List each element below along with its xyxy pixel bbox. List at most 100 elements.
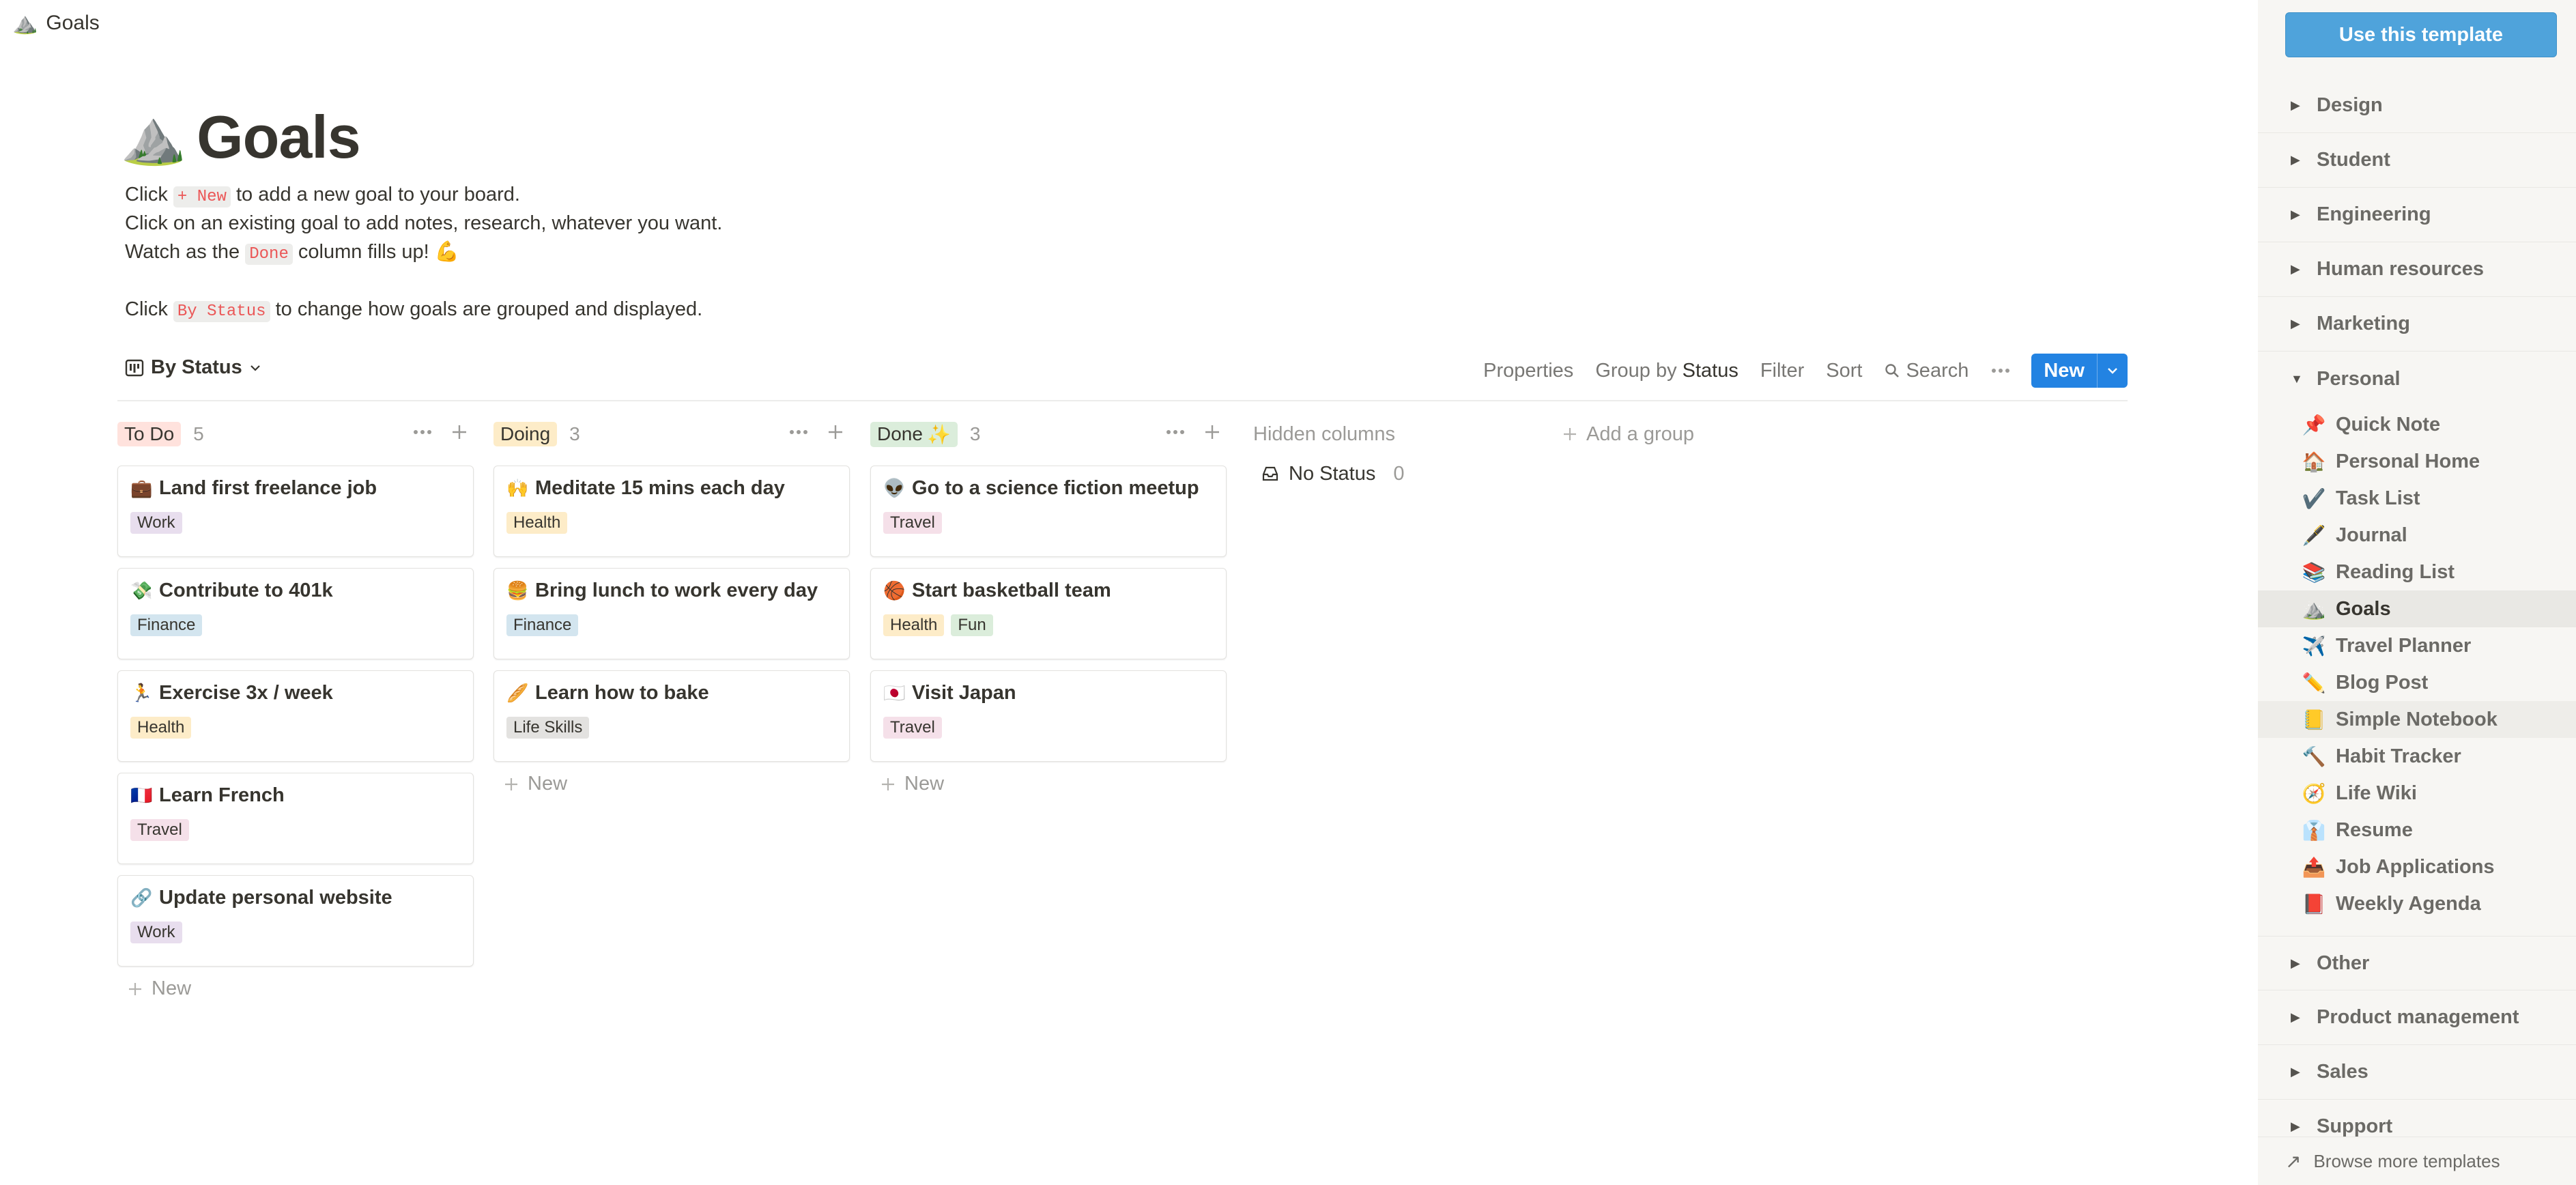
board-column-done: Done ✨ 3 👽 Go to a science fiction meetup… <box>870 418 1227 795</box>
board-column-todo: To Do 5 💼 Land first freelance job Work 💸… <box>117 418 474 1000</box>
pen-icon: 🖋️ <box>2302 524 2326 546</box>
template-travel-planner[interactable]: ✈️ Travel Planner <box>2258 627 2576 664</box>
french-flag-icon: 🇫🇷 <box>130 785 153 805</box>
goal-card[interactable]: 🇫🇷 Learn French Travel <box>117 773 474 864</box>
briefcase-icon: 💼 <box>130 478 153 498</box>
template-simple-notebook[interactable]: 📒 Simple Notebook <box>2258 701 2576 738</box>
category-sales[interactable]: ▶ Sales <box>2258 1045 2576 1100</box>
plus-icon <box>129 982 141 995</box>
status-pill[interactable]: Doing <box>493 422 558 446</box>
inline-code: By Status <box>173 301 270 322</box>
category-product-management[interactable]: ▶ Product management <box>2258 990 2576 1045</box>
template-quick-note[interactable]: 📌 Quick Note <box>2258 406 2576 443</box>
card-title: Learn how to bake <box>535 682 709 704</box>
goal-card[interactable]: 🏀 Start basketball team Health Fun <box>870 568 1227 659</box>
template-habit-tracker[interactable]: 🔨 Habit Tracker <box>2258 738 2576 775</box>
goal-card[interactable]: 💸 Contribute to 401k Finance <box>117 568 474 659</box>
mountain-icon: ⛰️ <box>12 12 38 35</box>
plus-icon <box>1564 428 1576 440</box>
card-title: Exercise 3x / week <box>159 682 333 704</box>
template-blog-post[interactable]: ✏️ Blog Post <box>2258 664 2576 701</box>
goal-card[interactable]: 👽 Go to a science fiction meetup Travel <box>870 466 1227 557</box>
more-options-icon[interactable] <box>1165 429 1186 436</box>
plus-icon[interactable] <box>827 423 844 441</box>
view-selector[interactable]: By Status <box>125 356 261 379</box>
template-weekly-agenda[interactable]: 📕 Weekly Agenda <box>2258 885 2576 922</box>
goal-card[interactable]: 🏃 Exercise 3x / week Health <box>117 670 474 762</box>
category-student[interactable]: ▶ Student <box>2258 133 2576 188</box>
add-card-button[interactable]: New <box>493 773 850 795</box>
house-icon: 🏠 <box>2302 451 2326 472</box>
template-life-wiki[interactable]: 🧭 Life Wiki <box>2258 775 2576 812</box>
goal-card[interactable]: 🔗 Update personal website Work <box>117 875 474 967</box>
goal-card[interactable]: 💼 Land first freelance job Work <box>117 466 474 557</box>
triangle-right-icon: ▶ <box>2291 1010 2300 1024</box>
template-resume[interactable]: 👔 Resume <box>2258 812 2576 848</box>
filter-button[interactable]: Filter <box>1760 360 1804 382</box>
category-other[interactable]: ▶ Other <box>2258 936 2576 990</box>
sort-button[interactable]: Sort <box>1826 360 1862 382</box>
triangle-down-icon: ▼ <box>2291 371 2303 386</box>
card-title: Land first freelance job <box>159 477 377 499</box>
hidden-columns-title: Hidden columns <box>1253 423 1395 445</box>
plus-icon[interactable] <box>1203 423 1221 441</box>
add-card-button[interactable]: New <box>117 977 474 1000</box>
new-dropdown-button[interactable] <box>2098 354 2128 388</box>
red-book-icon: 📕 <box>2302 893 2326 915</box>
search-icon <box>1885 364 1900 377</box>
chevron-down-icon <box>250 365 260 371</box>
plus-icon[interactable] <box>450 423 468 441</box>
template-personal-home[interactable]: 🏠 Personal Home <box>2258 443 2576 480</box>
column-count: 3 <box>569 423 580 444</box>
tag: Life Skills <box>506 717 590 739</box>
category-personal[interactable]: ▼ Personal <box>2258 352 2576 406</box>
new-button-group: New <box>2031 354 2128 388</box>
add-group-button[interactable]: Add a group <box>1562 418 1694 451</box>
inbox-icon <box>1262 466 1278 481</box>
japan-flag-icon: 🇯🇵 <box>883 683 906 703</box>
new-button[interactable]: New <box>2031 354 2098 388</box>
group-by-button[interactable]: Group by Status <box>1595 360 1738 382</box>
card-title: Contribute to 401k <box>159 580 333 601</box>
pencil-icon: ✏️ <box>2302 672 2326 694</box>
triangle-right-icon: ▶ <box>2291 153 2300 167</box>
category-engineering[interactable]: ▶ Engineering <box>2258 188 2576 242</box>
card-title: Update personal website <box>159 887 392 909</box>
use-template-button[interactable]: Use this template <box>2285 12 2557 57</box>
goal-card[interactable]: 🥖 Learn how to bake Life Skills <box>493 670 850 762</box>
description-line: Watch as the Done column fills up! 💪 <box>125 241 459 265</box>
hidden-column-count: 0 <box>1393 462 1405 485</box>
template-task-list[interactable]: ✔️ Task List <box>2258 480 2576 517</box>
category-marketing[interactable]: ▶ Marketing <box>2258 297 2576 352</box>
card-title: Meditate 15 mins each day <box>535 477 785 499</box>
breadcrumb[interactable]: ⛰️ Goals <box>12 8 100 38</box>
goal-card[interactable]: 🇯🇵 Visit Japan Travel <box>870 670 1227 762</box>
goal-card[interactable]: 🍔 Bring lunch to work every day Finance <box>493 568 850 659</box>
template-job-applications[interactable]: 📤 Job Applications <box>2258 848 2576 885</box>
description-spacer <box>125 266 722 295</box>
template-reading-list[interactable]: 📚 Reading List <box>2258 554 2576 590</box>
search-button[interactable]: Search <box>1884 360 1969 382</box>
hidden-column-no-status[interactable]: No Status 0 <box>1253 457 1540 490</box>
view-label: By Status <box>151 356 242 378</box>
category-human-resources[interactable]: ▶ Human resources <box>2258 242 2576 297</box>
category-design[interactable]: ▶ Design <box>2258 78 2576 133</box>
more-options-icon[interactable] <box>412 429 433 436</box>
more-options-icon[interactable] <box>1990 367 2011 374</box>
compass-icon: 🧭 <box>2302 782 2326 804</box>
status-pill[interactable]: Done ✨ <box>870 421 958 447</box>
arrow-up-right-icon: ↗ <box>2285 1150 2302 1172</box>
status-pill[interactable]: To Do <box>117 422 182 446</box>
more-options-icon[interactable] <box>788 429 809 436</box>
add-card-button[interactable]: New <box>870 773 1227 795</box>
template-journal[interactable]: 🖋️ Journal <box>2258 517 2576 554</box>
template-goals[interactable]: ⛰️ Goals <box>2258 590 2576 627</box>
browse-more-templates-link[interactable]: ↗ Browse more templates <box>2258 1137 2576 1185</box>
tag: Work <box>130 922 182 943</box>
goal-card[interactable]: 🙌 Meditate 15 mins each day Health <box>493 466 850 557</box>
tag: Finance <box>506 614 579 636</box>
triangle-right-icon: ▶ <box>2291 1119 2300 1133</box>
properties-button[interactable]: Properties <box>1483 360 1573 382</box>
breadcrumb-title: Goals <box>46 12 100 34</box>
burger-icon: 🍔 <box>506 580 529 601</box>
